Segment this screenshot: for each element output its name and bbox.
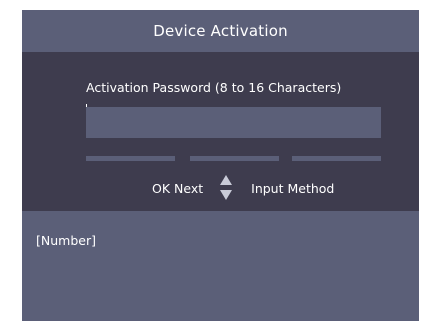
input-method-panel: [Number] (22, 211, 419, 321)
device-activation-dialog: Device Activation Activation Password (8… (22, 10, 419, 321)
arrow-down-icon (220, 190, 233, 200)
activation-password-input[interactable] (86, 107, 381, 138)
up-down-arrows-icon (219, 173, 233, 203)
password-label: Activation Password (8 to 16 Characters) (86, 80, 342, 95)
ok-next-hint: OK Next (152, 180, 204, 196)
input-method-hint: Input Method (251, 180, 335, 196)
title-bar: Device Activation (22, 10, 419, 52)
password-strength-bar-3 (292, 156, 381, 161)
password-strength-bar-1 (86, 156, 175, 161)
input-mode-label: [Number] (36, 233, 96, 248)
dialog-title: Device Activation (153, 22, 288, 40)
arrow-up-icon (220, 175, 233, 185)
key-hint-row: OK Next Input Method (152, 173, 334, 203)
password-strength-bar-2 (190, 156, 279, 161)
